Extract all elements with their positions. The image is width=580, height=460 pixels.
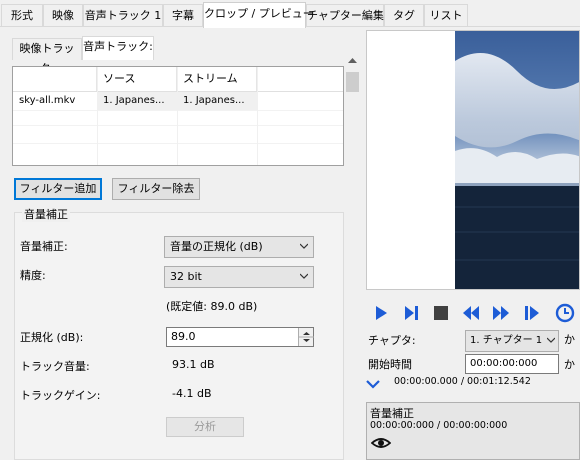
- normalize-label: 正規化 (dB):: [20, 331, 84, 344]
- tab-chapter-edit[interactable]: チャプター編集: [306, 4, 384, 26]
- chevron-down-icon[interactable]: [366, 379, 380, 389]
- volume-select[interactable]: 音量の正規化 (dB): [164, 236, 314, 258]
- left-scrollbar[interactable]: [344, 54, 361, 460]
- fast-forward-icon[interactable]: [490, 302, 512, 324]
- track-volume-label: トラック音量:: [20, 360, 90, 373]
- time-readout: 00:00:00.000 / 00:01:12.542: [394, 376, 531, 387]
- tab-subtitles[interactable]: 字幕: [163, 4, 203, 26]
- scroll-up-icon[interactable]: [348, 58, 357, 64]
- grid-vline: [177, 67, 178, 165]
- chapter-trail-text: か: [564, 333, 575, 346]
- grid-header-blank: [13, 67, 97, 91]
- analyze-button[interactable]: 分析: [166, 417, 244, 437]
- track-grid[interactable]: ソース ストリーム sky-all.mkv 1. Japanes... 1. J…: [12, 66, 344, 166]
- tab-list[interactable]: リスト: [424, 4, 468, 26]
- grid-cell-stream[interactable]: 1. Japanes...: [177, 92, 257, 110]
- grid-line: [13, 143, 343, 144]
- grid-line: [13, 110, 343, 111]
- eye-icon[interactable]: [371, 436, 391, 450]
- normalize-value: 89.0: [171, 330, 196, 343]
- grid-header-stream[interactable]: ストリーム: [177, 67, 257, 91]
- grid-line: [13, 125, 343, 126]
- start-trail-text: か: [564, 358, 575, 371]
- filter-panel-title: 音量補正: [370, 407, 414, 420]
- grid-vline: [97, 67, 98, 165]
- start-time-label: 開始時間: [368, 358, 412, 371]
- chapter-select-value: 1. チャプター 1: [470, 335, 543, 346]
- main-tab-bar: 形式 映像 音声トラック 1 字幕 クロップ / プレビュー チャプター編集 タ…: [0, 0, 580, 28]
- play-icon[interactable]: [370, 302, 392, 324]
- subtab-audio-track[interactable]: 音声トラック:: [82, 36, 154, 60]
- precision-label: 精度:: [20, 269, 46, 282]
- grid-header-source[interactable]: ソース: [97, 67, 177, 91]
- tab-audio-track-1[interactable]: 音声トラック 1: [83, 4, 163, 26]
- normalize-input[interactable]: 89.0: [166, 327, 314, 347]
- precision-select[interactable]: 32 bit: [164, 266, 314, 288]
- step-forward-icon[interactable]: [400, 302, 422, 324]
- video-preview[interactable]: [366, 30, 580, 290]
- track-gain-value: -4.1 dB: [172, 387, 212, 400]
- chevron-down-icon: [300, 243, 308, 249]
- scroll-thumb[interactable]: [346, 72, 359, 92]
- chapter-label: チャプタ:: [368, 334, 416, 347]
- volume-label: 音量補正:: [20, 240, 68, 253]
- tab-tags[interactable]: タグ: [384, 4, 424, 26]
- grid-vline: [257, 67, 258, 165]
- tab-crop-preview[interactable]: クロップ / プレビュー: [203, 2, 314, 28]
- start-time-input[interactable]: 00:00:00:000: [465, 354, 559, 374]
- grid-cell-source[interactable]: 1. Japanes...: [97, 92, 177, 110]
- clock-icon[interactable]: [554, 302, 576, 324]
- filter-panel[interactable]: 音量補正 00:00:00:000 / 00:00:00:000: [366, 402, 580, 460]
- stop-icon[interactable]: [430, 302, 452, 324]
- tab-video[interactable]: 映像: [43, 4, 83, 26]
- remove-filter-button[interactable]: フィルター除去: [112, 178, 200, 200]
- chapter-select[interactable]: 1. チャプター 1: [465, 330, 559, 352]
- tab-format[interactable]: 形式: [1, 4, 43, 26]
- chevron-down-icon: [300, 273, 308, 279]
- frame-step-icon[interactable]: [522, 302, 544, 324]
- default-note: (既定値: 89.0 dB): [166, 300, 258, 313]
- grid-cell-file[interactable]: sky-all.mkv: [13, 92, 97, 110]
- filter-panel-time: 00:00:00:000 / 00:00:00:000: [370, 420, 508, 431]
- volume-select-value: 音量の正規化 (dB): [170, 240, 263, 253]
- precision-select-value: 32 bit: [170, 270, 202, 283]
- rewind-icon[interactable]: [460, 302, 482, 324]
- spin-arrows-icon: [299, 332, 314, 342]
- group-title: 音量補正: [22, 206, 70, 222]
- add-filter-button[interactable]: フィルター追加: [14, 178, 102, 200]
- preview-image: [367, 31, 579, 289]
- track-gain-label: トラックゲイン:: [20, 389, 101, 402]
- spin-buttons[interactable]: [298, 328, 314, 346]
- track-volume-value: 93.1 dB: [172, 358, 215, 371]
- chevron-down-icon: [547, 337, 555, 343]
- subtab-video-track[interactable]: 映像トラック:: [12, 38, 82, 75]
